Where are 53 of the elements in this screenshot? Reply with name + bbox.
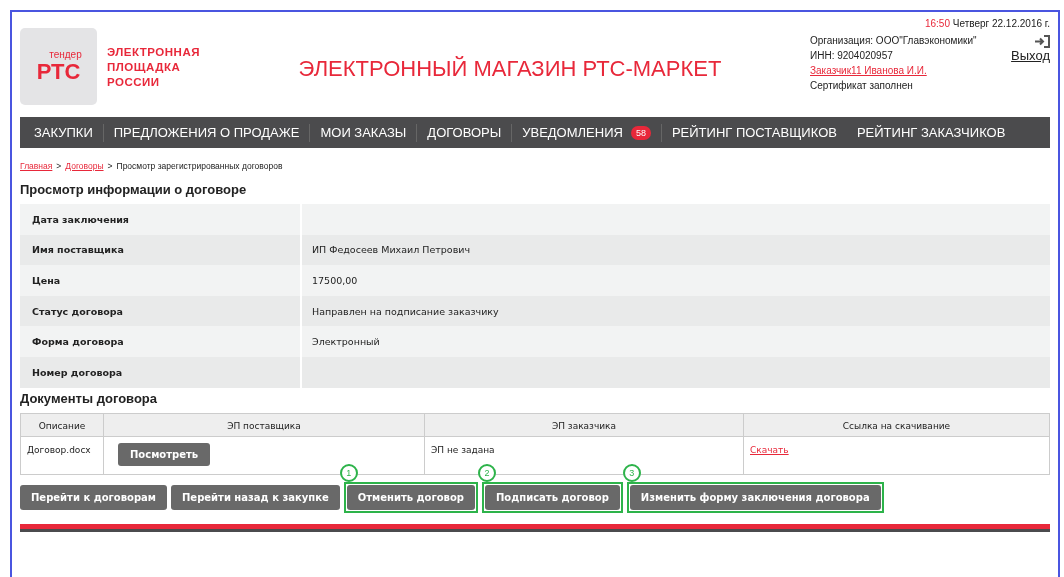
action-button[interactable]: Изменить форму заключения договора bbox=[629, 484, 881, 510]
field-label: Имя поставщика bbox=[20, 234, 300, 266]
platform-name: ПЛОЩАДКА bbox=[107, 60, 182, 75]
download-link[interactable]: Скачать bbox=[750, 444, 789, 455]
breadcrumb-separator: > bbox=[107, 161, 113, 171]
table-cell: Договор.docx bbox=[27, 444, 91, 455]
nav-item[interactable]: РЕЙТИНГ ЗАКАЗЧИКОВ bbox=[846, 124, 1016, 142]
nav-item[interactable]: ПРЕДЛОЖЕНИЯ О ПРОДАЖЕ bbox=[102, 124, 310, 142]
action-button[interactable]: Отменить договор bbox=[346, 484, 475, 510]
nav-item[interactable]: МОИ ЗАКАЗЫ bbox=[309, 124, 417, 142]
field-value: Направлен на подписание заказчику bbox=[300, 295, 1050, 327]
column-header: ЭП поставщика bbox=[104, 413, 425, 437]
breadcrumb-separator: > bbox=[56, 161, 62, 171]
field-value: Электронный bbox=[300, 326, 1050, 357]
certificate-status: Сертификат заполнен bbox=[810, 79, 914, 93]
table-cell: ЭП не задана bbox=[431, 444, 495, 455]
nav-item[interactable]: ЗАКУПКИ bbox=[24, 124, 103, 142]
field-label: Форма договора bbox=[20, 326, 300, 357]
logo[interactable]: тендер РТС bbox=[20, 28, 97, 105]
section-title: Документы договора bbox=[20, 390, 158, 406]
nav-item[interactable]: ДОГОВОРЫ bbox=[416, 124, 512, 142]
callout-number: 1 bbox=[339, 463, 358, 482]
column-header: Ссылка на скачивание bbox=[744, 413, 1050, 437]
notification-badge: 58 bbox=[630, 126, 651, 140]
field-value: 17500,00 bbox=[300, 265, 1050, 296]
organization-text: Организация: ООО"Главэкономики" bbox=[810, 34, 978, 48]
callout-number: 2 bbox=[477, 463, 496, 482]
field-label: Дата заключения bbox=[20, 204, 300, 235]
platform-name: РОССИИ bbox=[107, 75, 161, 90]
field-label: Номер договора bbox=[20, 356, 300, 388]
column-header: ЭП заказчика bbox=[425, 413, 744, 437]
breadcrumb-link[interactable]: Главная bbox=[20, 161, 53, 171]
logout-link[interactable]: Выход bbox=[1011, 35, 1050, 93]
site-title: ЭЛЕКТРОННЫЙ МАГАЗИН РТС-МАРКЕТ bbox=[297, 56, 723, 82]
column-header: Описание bbox=[21, 413, 104, 437]
field-value: ИП Федосеев Михаил Петрович bbox=[300, 234, 1050, 266]
date-time: 16:50 Четверг 22.12.2016 г. bbox=[924, 18, 1050, 29]
nav-item[interactable]: УВЕДОМЛЕНИЯ 58 bbox=[511, 124, 661, 142]
breadcrumb-current: Просмотр зарегистрированных договоров bbox=[116, 161, 283, 171]
section-title: Просмотр информации о договоре bbox=[20, 182, 248, 197]
user-link[interactable]: Заказчик11 Иванова И.И. bbox=[810, 63, 996, 78]
action-button[interactable]: Подписать договор bbox=[484, 484, 620, 510]
platform-name: ЭЛЕКТРОННАЯ bbox=[107, 45, 200, 60]
action-button[interactable]: Перейти к договорам bbox=[20, 484, 167, 510]
field-label: Цена bbox=[20, 265, 300, 296]
nav-item[interactable]: РЕЙТИНГ ПОСТАВЩИКОВ bbox=[660, 124, 847, 142]
action-button[interactable]: Перейти назад к закупке bbox=[171, 484, 340, 510]
logout-icon bbox=[1035, 35, 1050, 48]
view-button[interactable]: Посмотреть bbox=[118, 442, 211, 466]
inn-text: ИНН: 9204020957 bbox=[810, 49, 894, 63]
field-label: Статус договора bbox=[20, 295, 300, 327]
breadcrumb-link[interactable]: Договоры bbox=[65, 161, 104, 171]
callout-number: 3 bbox=[622, 463, 641, 482]
